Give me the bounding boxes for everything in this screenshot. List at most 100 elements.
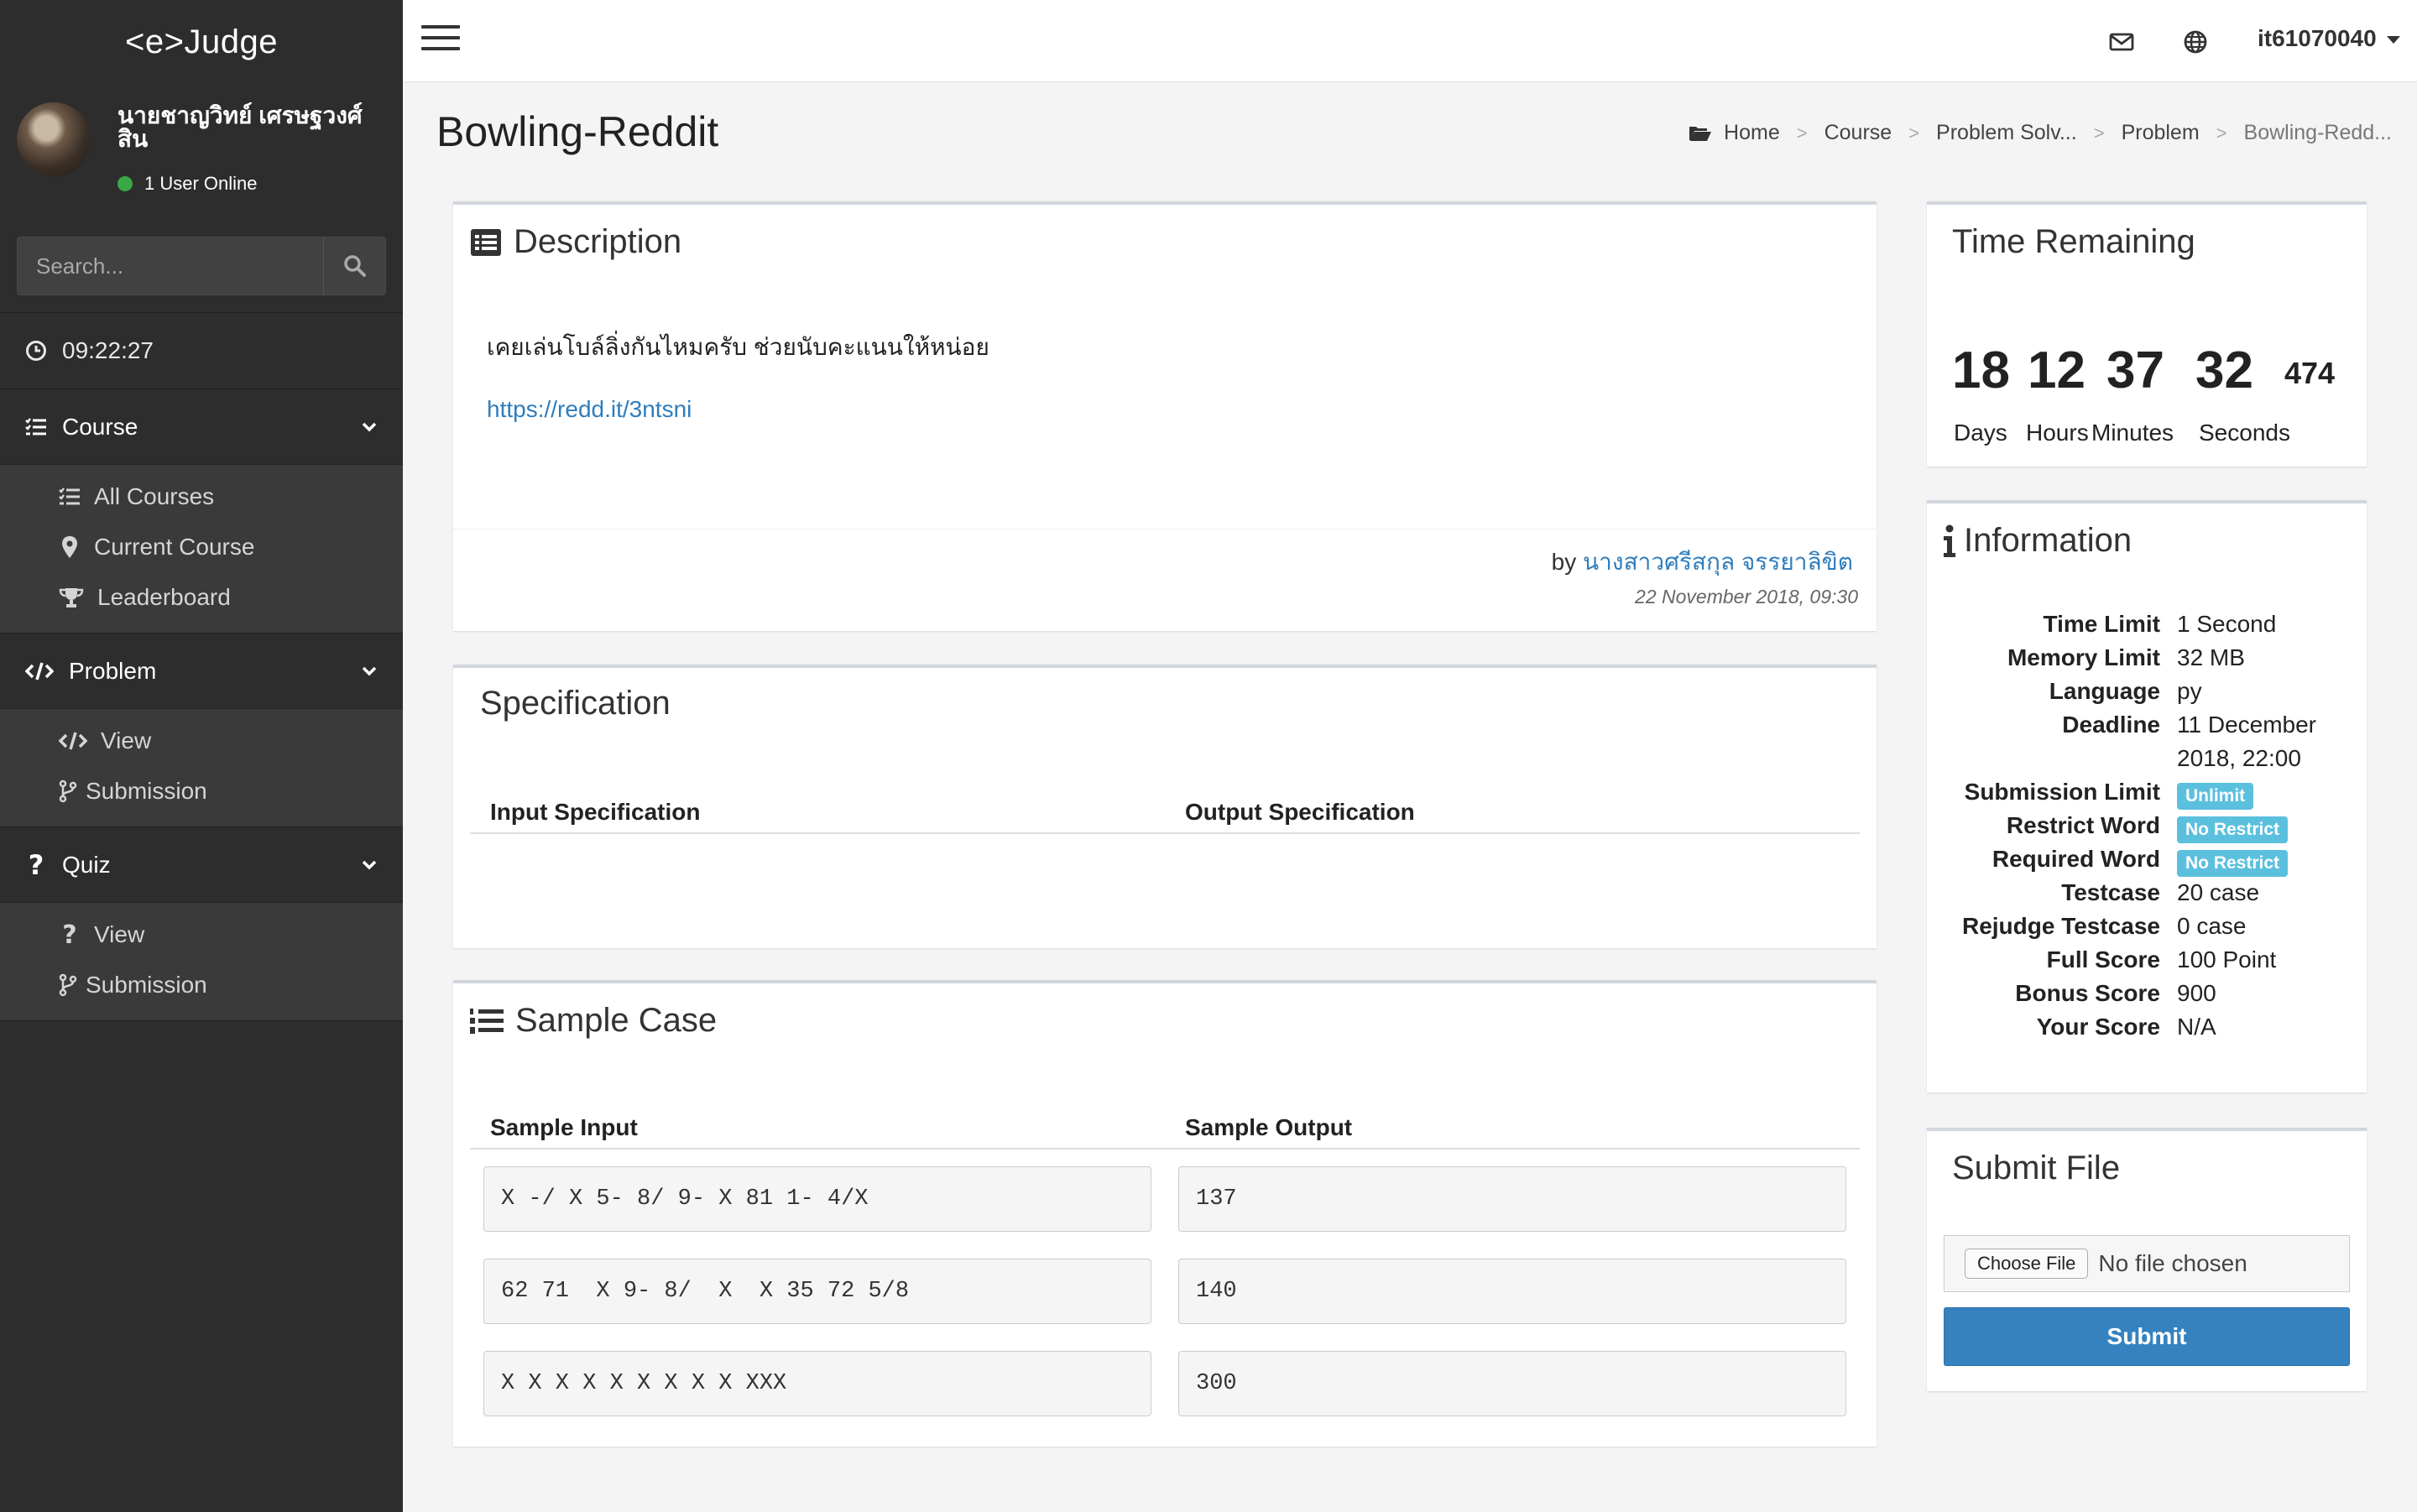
info-value: 900 (2177, 980, 2216, 1006)
specification-table-header: Input Specification Output Specification (470, 789, 1860, 834)
user-menu-dropdown[interactable]: it61070040 (2258, 25, 2400, 52)
sidebar-item-all-courses[interactable]: All Courses (0, 472, 403, 522)
info-row-required-word: Required Word No Restrict (1927, 846, 2367, 879)
description-link[interactable]: https://redd.it/3ntsni (487, 396, 692, 423)
breadcrumb-problem[interactable]: Problem (2122, 121, 2200, 145)
submenu-problem: View Submission (0, 709, 403, 827)
sample-table-header: Sample Input Sample Output (470, 1104, 1860, 1150)
breadcrumb: Home > Course > Problem Solv... > Proble… (1689, 121, 2392, 145)
info-value: 20 case (2177, 879, 2260, 905)
sidebar-item-label: Submission (86, 778, 207, 804)
code-icon (25, 661, 54, 681)
breadcrumb-separator: > (1796, 122, 1808, 143)
submenu-quiz: ? View Submission (0, 903, 403, 1021)
box-title-label: Information (1964, 522, 2132, 559)
choose-file-button[interactable]: Choose File (1965, 1249, 2089, 1279)
envelope-icon[interactable] (2106, 27, 2137, 57)
output-spec-header: Output Specification (1185, 799, 1415, 825)
sample-output-header: Sample Output (1185, 1114, 1353, 1140)
sidebar-item-label: View (101, 727, 152, 753)
information-title: Information (1942, 522, 2132, 560)
sidebar-section-problem[interactable]: Problem (0, 633, 403, 709)
breadcrumb-separator: > (2093, 122, 2105, 143)
info-row-time-limit: Time Limit 1 Second (1927, 611, 2367, 644)
sidebar-item-quiz-submission[interactable]: Submission (0, 960, 403, 1010)
code-icon (59, 731, 87, 751)
breadcrumb-separator: > (2216, 122, 2227, 143)
author-link[interactable]: นางสาวศรีสกุล จรรยาลิขิต (1583, 549, 1853, 575)
description-text: เคยเล่นโบล์ลิ่งกันไหมครับ ช่วยนับคะแนนให… (487, 334, 989, 360)
sidebar-clock: 09:22:27 (0, 312, 403, 389)
sidebar-item-label: Current Course (94, 534, 255, 560)
sample-case-box: Sample Case Sample Input Sample Output X… (453, 980, 1877, 1447)
search-button[interactable] (323, 237, 385, 295)
sidebar-item-current-course[interactable]: Current Course (0, 522, 403, 572)
info-key: Submission Limit (1964, 779, 2160, 805)
countdown-seconds: 32 (2195, 342, 2253, 399)
by-label: by (1551, 549, 1577, 575)
chevron-down-icon (361, 665, 378, 677)
sidebar-item-quiz-view[interactable]: ? View (0, 910, 403, 960)
file-input[interactable]: Choose File No file chosen (1944, 1235, 2350, 1292)
info-value: 100 Point (2177, 946, 2277, 972)
breadcrumb-course[interactable]: Course (1824, 121, 1892, 145)
countdown-days-label: Days (1954, 420, 2007, 446)
chevron-down-icon (361, 421, 378, 433)
sidebar-section-label: Quiz (62, 851, 111, 878)
sidebar: <e>Judge นายชาญวิทย์ เศรษฐวงศ์สิน 1 User… (0, 0, 403, 1512)
info-row-language: Language py (1927, 678, 2367, 712)
online-status: 1 User Online (117, 173, 258, 195)
sample-output-cell[interactable]: 140 (1178, 1259, 1846, 1324)
sidebar-item-label: Leaderboard (97, 584, 231, 610)
info-row-restrict-word: Restrict Word No Restrict (1927, 812, 2367, 846)
submit-button[interactable]: Submit (1944, 1307, 2350, 1366)
list-check-icon (59, 487, 81, 507)
clock-icon (25, 340, 47, 362)
info-key: Restrict Word (2006, 812, 2160, 838)
sample-input-cell[interactable]: X -/ X 5- 8/ 9- X 81 1- 4/X (483, 1166, 1151, 1232)
description-box: Description เคยเล่นโบล์ลิ่งกันไหมครับ ช่… (453, 201, 1877, 631)
trophy-icon (59, 587, 84, 608)
breadcrumb-problem-solving[interactable]: Problem Solv... (1936, 121, 2077, 145)
list-check-icon (25, 417, 47, 437)
globe-icon[interactable] (2180, 27, 2211, 57)
info-row-bonus-score: Bonus Score 900 (1927, 980, 2367, 1014)
info-key: Full Score (2046, 946, 2160, 972)
sidebar-item-leaderboard[interactable]: Leaderboard (0, 572, 403, 623)
chevron-down-icon (361, 859, 378, 871)
author-line: by นางสาวศรีสกุล จรรยาลิขิต (1552, 544, 1853, 581)
sidebar-section-label: Problem (69, 657, 157, 684)
info-key: Bonus Score (2015, 980, 2160, 1006)
username-label: it61070040 (2258, 25, 2377, 51)
sidebar-section-quiz[interactable]: ? Quiz (0, 827, 403, 903)
clock-time: 09:22:27 (62, 337, 154, 363)
menu-toggle-icon[interactable] (421, 25, 460, 59)
submit-file-box: Submit File Choose File No file chosen S… (1927, 1128, 2367, 1391)
submenu-course: All Courses Current Course Leaderboard (0, 465, 403, 633)
breadcrumb-current: Bowling-Redd... (2243, 121, 2392, 144)
breadcrumb-home[interactable]: Home (1724, 121, 1780, 145)
info-row-deadline: Deadline 11 December 2018, 22:00 (1927, 712, 2367, 779)
question-icon: ? (28, 848, 44, 881)
status-badge: No Restrict (2177, 816, 2289, 843)
info-value: py (2177, 678, 2202, 704)
info-value: 11 December (2177, 712, 2317, 738)
info-row-testcase: Testcase 20 case (1927, 879, 2367, 913)
sidebar-section-label: Course (62, 413, 138, 440)
sidebar-item-problem-view[interactable]: View (0, 716, 403, 766)
info-key: Required Word (1992, 846, 2160, 872)
sidebar-item-problem-submission[interactable]: Submission (0, 766, 403, 816)
countdown-minutes: 37 (2106, 342, 2164, 399)
sample-input-cell[interactable]: 62 71 X 9- 8/ X X 35 72 5/8 (483, 1259, 1151, 1324)
search-input[interactable] (18, 237, 323, 295)
info-key: Deadline (2062, 712, 2160, 738)
sample-output-cell[interactable]: 300 (1178, 1351, 1846, 1416)
info-value: 1 Second (2177, 611, 2277, 637)
sample-output-cell[interactable]: 137 (1178, 1166, 1846, 1232)
info-row-your-score: Your Score N/A (1927, 1014, 2367, 1047)
avatar (17, 102, 91, 176)
brand-logo[interactable]: <e>Judge (0, 0, 403, 84)
info-value: N/A (2177, 1014, 2216, 1040)
sample-input-cell[interactable]: X X X X X X X X X XXX (483, 1351, 1151, 1416)
sidebar-section-course[interactable]: Course (0, 389, 403, 465)
